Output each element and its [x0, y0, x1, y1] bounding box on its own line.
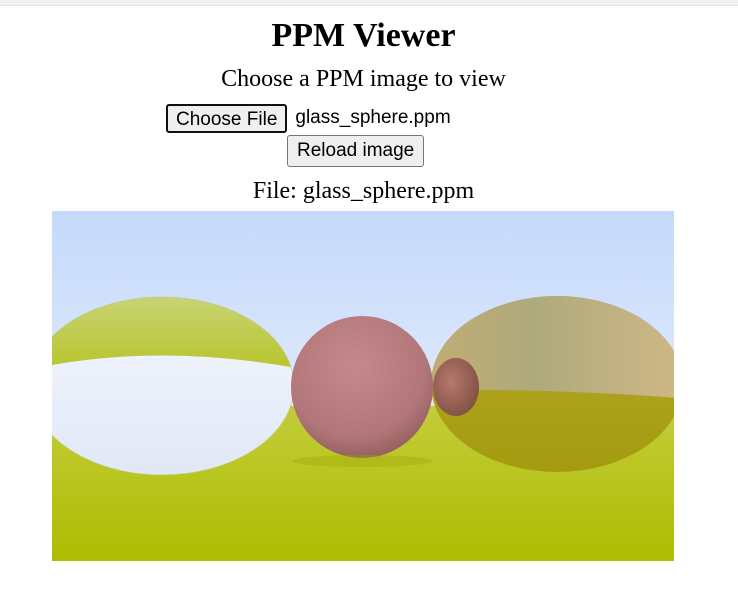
ppm-image-canvas [52, 211, 674, 561]
rendered-spheres-image [52, 211, 674, 561]
choose-file-button[interactable]: Choose File [166, 103, 288, 133]
page-title: PPM Viewer [271, 17, 456, 54]
browser-top-edge [0, 0, 738, 6]
selected-file-name: glass_sphere.ppm [295, 107, 451, 128]
file-caption: File: glass_sphere.ppm [252, 178, 475, 204]
file-input[interactable]: Choose File glass_sphere.ppm [166, 103, 451, 133]
reload-image-button[interactable]: Reload image [287, 135, 425, 167]
page-subtitle: Choose a PPM image to view [221, 66, 506, 92]
